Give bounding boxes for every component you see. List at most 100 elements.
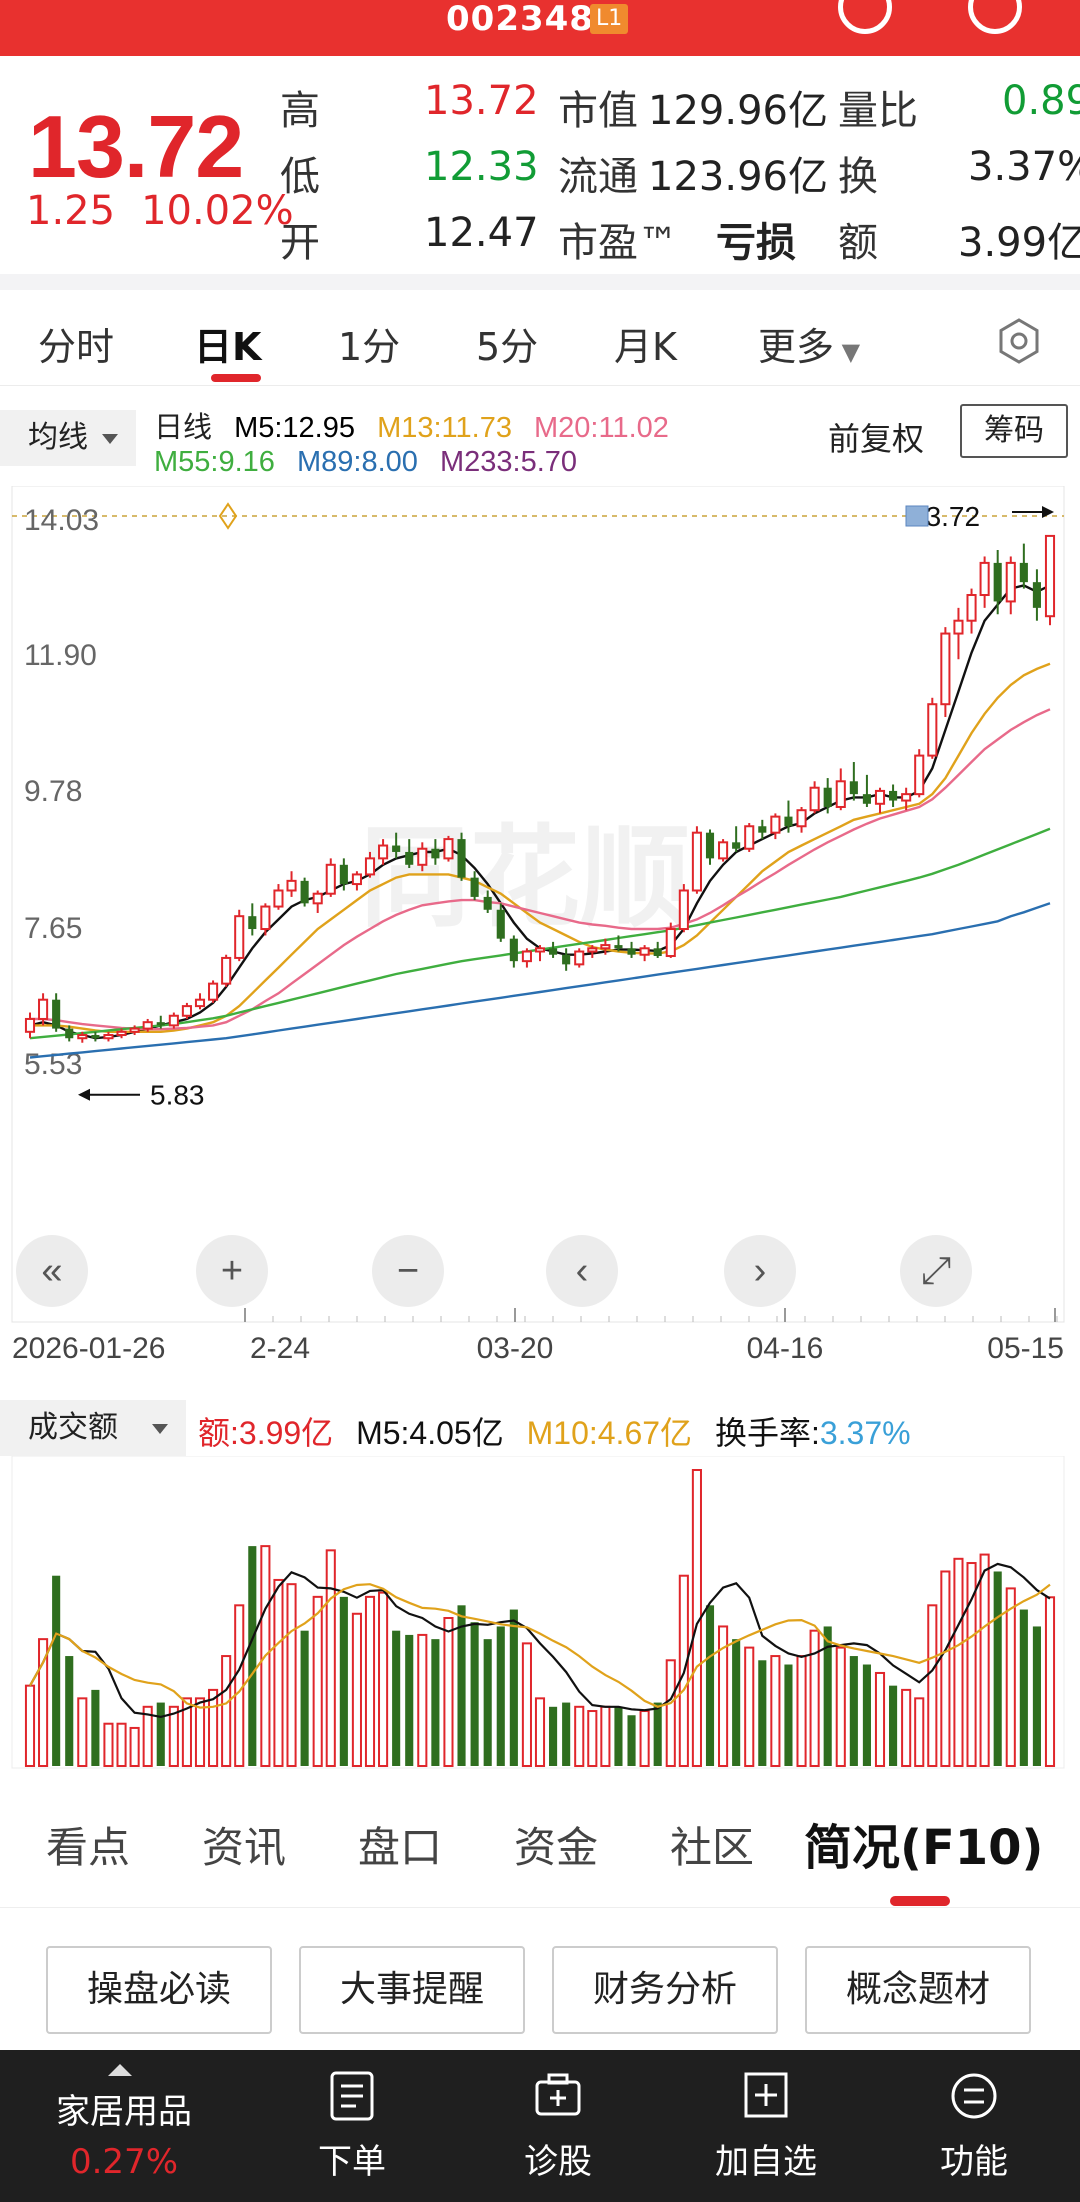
volume-bar [405,1634,414,1766]
candle-body [665,928,676,958]
ma89-label: M89:8.00 [296,446,418,478]
candle-body [600,944,611,950]
candle-body [953,619,964,635]
volume-bar [653,1702,662,1766]
section-tab-f10[interactable]: 简况(F10) [804,1808,1043,1878]
tab-monthly-k[interactable]: 月K [614,316,677,371]
concept-button[interactable]: 概念题材 [805,1946,1031,2034]
volume-legend: 额:3.99亿 M5:4.05亿 M10:4.67亿 换手率:3.37% [198,1408,911,1454]
candle-body [364,857,376,876]
zoom-in-icon-button[interactable]: + [196,1235,268,1307]
turnover-label: 换 [838,154,878,200]
section-tab-funds[interactable]: 资金 [514,1814,598,1875]
volume-bar [208,1688,219,1767]
candle-body [574,950,585,966]
sector-item[interactable]: 家居用品 0.27% [16,2050,232,2202]
section-tab-orderbook[interactable]: 盘口 [358,1814,442,1875]
rewind-icon-button[interactable]: « [16,1235,88,1307]
kline-chart[interactable]: 同花顺 14.0311.909.787.655.53 13.725.83 «+ −… [0,486,1080,1366]
candle-body [562,954,571,965]
section-tab-highlights[interactable]: 看点 [46,1814,130,1875]
volume-bar [770,1655,781,1767]
candle-body [221,956,232,985]
prev-icon: ‹ [576,1250,589,1292]
tab-intraday[interactable]: 分时 [38,316,114,371]
volume-bar [587,1710,598,1767]
candle-body [705,832,715,859]
indicator-dropdown[interactable]: 均线 [0,410,136,466]
volume-bar [1032,1626,1041,1766]
candle-body [405,851,414,865]
volume-bar [392,1630,401,1766]
events-button[interactable]: 大事提醒 [299,1946,525,2034]
nav-add-watchlist[interactable]: 加自选 [658,2050,874,2202]
settings-icon[interactable] [996,318,1042,364]
volume-bar [312,1595,323,1767]
volume-chart [11,1456,1065,1769]
candle-body [168,1014,179,1027]
section-tab-community[interactable]: 社区 [670,1814,754,1875]
candle-body [889,790,898,801]
tab-more[interactable]: 更多 ▼ [758,316,860,371]
adjust-mode[interactable]: 前复权 [828,414,924,460]
nav-order[interactable]: 下单 [244,2050,460,2202]
volume-bar [234,1604,245,1767]
volume-bar [52,1575,61,1766]
chips-button[interactable]: 筹码 [960,404,1068,458]
tab-5min[interactable]: 5分 [476,316,538,371]
candle-body [784,816,793,827]
prev-icon-button[interactable]: ‹ [546,1235,618,1307]
volume-bar [534,1697,546,1767]
zoom-out-icon-button[interactable]: − [372,1235,444,1307]
candle-body [940,632,951,706]
caret-up-icon [108,2064,132,2076]
candle-body [1044,534,1056,618]
must-read-button[interactable]: 操盘必读 [46,1946,272,2034]
watermark: 同花顺 [360,817,690,940]
volume-bar [24,1684,36,1768]
next-icon-button[interactable]: › [724,1235,796,1307]
volume-bar [168,1705,179,1768]
candle-body [770,815,781,834]
market-cap-value: 129.96亿 [648,88,828,134]
search-icon[interactable] [968,0,1022,34]
candle-body [300,880,309,904]
volume-bar [549,1706,558,1766]
info-marker-icon [905,505,929,527]
ma-legend-row-2: M55:9.16 M89:8.00 M233:5.70 [154,446,577,479]
volume-m5-label: M5:4.05亿 [356,1415,504,1451]
tab-1min[interactable]: 1分 [338,316,400,371]
candle-body [927,703,938,757]
volume-bar [325,1549,336,1768]
volume-bar [116,1722,127,1768]
volume-bar [339,1596,348,1766]
candle-body [470,877,479,897]
fullscreen-icon-button[interactable]: ⤢ [900,1235,972,1307]
candle-body [417,847,428,866]
tab-daily-k[interactable]: 日K [194,316,261,371]
volume-bar [300,1630,309,1766]
ma5-label: M5:12.95 [234,412,355,444]
volume-bar [574,1705,585,1768]
volume-bar [614,1706,623,1766]
nav-diagnose[interactable]: 诊股 [450,2050,666,2202]
volume-bar [1019,1609,1028,1766]
volume-bar [953,1557,964,1767]
candle-body [796,809,807,828]
volume-bar [732,1639,741,1766]
section-tab-news[interactable]: 资讯 [202,1814,286,1875]
nav-functions[interactable]: 功能 [866,2050,1080,2202]
low-label: 低 [280,154,320,200]
volume-bar [457,1605,466,1766]
candle-body [979,561,990,597]
candle-body [1019,562,1028,583]
pe-label: 市盈™ [558,220,678,266]
candle-body [156,1022,165,1026]
candle-body [1005,561,1016,603]
avatar-icon[interactable] [838,0,892,34]
candle-body [194,998,206,1008]
candle-body [993,562,1002,602]
y-tick-label: 9.78 [24,775,82,808]
financial-analysis-button[interactable]: 财务分析 [552,1946,778,2034]
volume-indicator-dropdown[interactable]: 成交额 [0,1400,186,1456]
